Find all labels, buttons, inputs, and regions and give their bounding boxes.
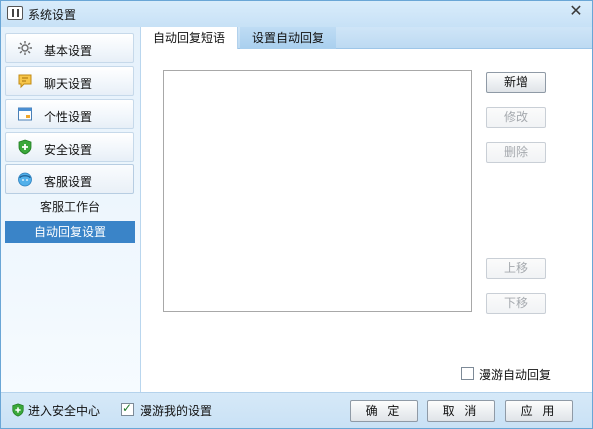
phrase-list[interactable] <box>163 70 472 312</box>
settings-window: 系统设置 ✕ 基本设置 聊天设置 个性设置 安全设置 客服设置 客服工作台 自动… <box>0 0 593 429</box>
cancel-button[interactable]: 取 消 <box>427 400 495 422</box>
chat-bubble-icon <box>17 73 33 89</box>
window-icon <box>17 106 33 122</box>
roaming-auto-reply-label: 漫游自动回复 <box>479 368 552 382</box>
add-button[interactable]: 新增 <box>486 72 546 93</box>
sidebar-item-chat[interactable]: 聊天设置 <box>5 66 134 96</box>
sidebar-item-security[interactable]: 安全设置 <box>5 132 134 162</box>
ok-button[interactable]: 确 定 <box>350 400 418 422</box>
roaming-auto-reply-checkbox[interactable] <box>461 367 474 380</box>
title-bar[interactable]: 系统设置 ✕ <box>1 1 592 26</box>
shield-plus-icon <box>17 139 33 155</box>
apply-button[interactable]: 应 用 <box>505 400 573 422</box>
sidebar-item-basic[interactable]: 基本设置 <box>5 33 134 63</box>
roam-settings-checkbox[interactable] <box>121 401 134 416</box>
sidebar-item-label: 客服设置 <box>44 175 93 189</box>
sidebar-item-label: 基本设置 <box>44 44 93 58</box>
window-title: 系统设置 <box>28 8 77 22</box>
tab-auto-reply-phrases[interactable]: 自动回复短语 <box>141 27 239 49</box>
sidebar-item-customer-service[interactable]: 客服设置 <box>5 164 134 194</box>
tab-set-auto-reply[interactable]: 设置自动回复 <box>240 27 337 49</box>
gear-icon <box>17 40 33 56</box>
move-down-button[interactable]: 下移 <box>486 293 546 314</box>
edit-button[interactable]: 修改 <box>486 107 546 128</box>
roam-settings-label: 漫游我的设置 <box>140 404 213 418</box>
content-panel: 自动回复短语 设置自动回复 新增 修改 删除 上移 下移 漫游自动回复 <box>141 27 592 392</box>
sidebar-item-personal[interactable]: 个性设置 <box>5 99 134 129</box>
sidebar-subitem-workbench[interactable]: 客服工作台 <box>5 196 135 218</box>
footer-bar: 进入安全中心 漫游我的设置 确 定 取 消 应 用 <box>1 392 592 428</box>
move-up-button[interactable]: 上移 <box>486 258 546 279</box>
delete-button[interactable]: 删除 <box>486 142 546 163</box>
tab-bar: 自动回复短语 设置自动回复 <box>141 27 592 49</box>
security-center-icon <box>11 403 25 417</box>
sidebar-subitem-auto-reply[interactable]: 自动回复设置 <box>5 221 135 243</box>
app-icon <box>7 6 23 20</box>
security-center-link[interactable]: 进入安全中心 <box>28 402 100 419</box>
sidebar: 基本设置 聊天设置 个性设置 安全设置 客服设置 客服工作台 自动回复设置 <box>1 27 141 392</box>
sidebar-item-label: 聊天设置 <box>44 77 93 91</box>
close-icon[interactable]: ✕ <box>568 3 584 19</box>
customer-service-icon <box>17 171 33 187</box>
sidebar-item-label: 安全设置 <box>44 143 93 157</box>
sidebar-item-label: 个性设置 <box>44 110 93 124</box>
